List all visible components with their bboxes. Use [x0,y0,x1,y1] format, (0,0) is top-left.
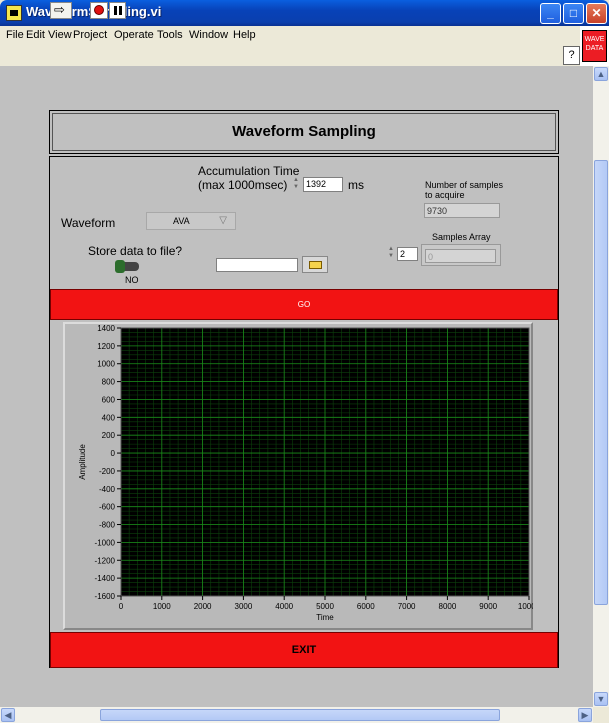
scroll-up-icon[interactable]: ▲ [594,67,608,81]
menu-window[interactable]: Window [189,29,228,41]
y-tick-label: 1000 [97,360,115,369]
waveform-selected: AVA [173,216,190,226]
x-tick-label: 10000 [518,602,533,611]
accumulation-time-sublabel: (max 1000msec) [198,178,288,192]
scroll-down-icon[interactable]: ▼ [594,692,608,706]
x-tick-label: 4000 [275,602,293,611]
num-samples-indicator: 9730 [424,203,500,218]
accumulation-time-spinner[interactable]: ▲ ▼ [292,177,300,193]
x-tick-label: 3000 [235,602,253,611]
num-samples-label: Number of samples [425,180,504,190]
maximize-button[interactable]: □ [563,3,584,24]
accumulation-time-input[interactable]: 1392 [303,177,343,192]
y-axis-label: Amplitude [78,444,87,480]
page-title: Waveform Sampling [232,123,376,140]
scroll-left-icon[interactable]: ◀ [1,708,15,722]
x-tick-label: 1000 [153,602,171,611]
y-tick-label: 1400 [97,324,115,333]
store-data-label: Store data to file? [88,244,183,258]
vi-icon-text: WAVE DATA [582,30,607,62]
chevron-down-icon: ▽ [219,215,227,226]
y-tick-label: -1000 [95,538,116,547]
y-tick-label: -1400 [95,574,116,583]
y-tick-label: -600 [99,503,116,512]
vertical-scroll-thumb[interactable] [594,160,608,605]
close-button[interactable]: ✕ [586,3,607,24]
menu-view[interactable]: View [48,29,72,41]
waveform-select[interactable]: AVA ▽ [146,212,236,230]
x-tick-label: 2000 [194,602,212,611]
y-tick-label: 200 [102,431,116,440]
samples-array-element: 0 [425,249,496,263]
x-tick-label: 6000 [357,602,375,611]
accumulation-time-unit: ms [348,178,364,192]
store-data-toggle[interactable] [115,260,139,273]
x-tick-label: 8000 [439,602,457,611]
minimize-button[interactable]: _ [540,3,561,24]
menu-operate[interactable]: Operate [114,29,154,41]
waveform-chart-plot: 0 1000 2000 3000 4000 5000 6000 7000 8000 9000 100… [78,324,533,622]
y-tick-label: -400 [99,485,116,494]
go-button[interactable]: GO [50,289,558,320]
menu-tools[interactable]: Tools [157,29,183,41]
y-tick-label: 600 [102,395,116,404]
samples-array-index-spinner[interactable]: ▲ ▼ [387,246,395,262]
x-tick-label: 7000 [398,602,416,611]
exit-button[interactable]: EXIT [50,632,558,668]
browse-folder-icon[interactable] [302,256,328,273]
samples-array-index[interactable]: 2 [397,247,418,261]
x-tick-label: 0 [119,602,124,611]
resize-grip-icon[interactable] [593,707,609,723]
y-tick-label: -200 [99,467,116,476]
menu-file[interactable]: File [6,29,24,41]
y-tick-label: -1200 [95,556,116,565]
y-tick-label: -800 [99,521,116,530]
file-path-input[interactable] [216,258,298,272]
maximize-icon: □ [569,6,578,20]
num-samples-sublabel: to acquire [425,190,465,200]
y-tick-label: -1600 [95,592,116,601]
labview-vi-icon [6,5,22,21]
store-data-state: NO [125,275,139,285]
x-tick-label: 9000 [479,602,497,611]
toolbar [0,44,580,67]
vi-icon: WAVE DATA [580,26,609,66]
abort-icon[interactable] [90,2,108,19]
x-axis-label: Time [316,613,334,622]
menu-project[interactable]: Project [73,29,107,41]
scroll-right-icon[interactable]: ▶ [578,708,592,722]
samples-array-label: Samples Array [432,232,491,242]
menu-bar: File Edit View Project Operate Tools Win… [0,26,580,44]
menu-help[interactable]: Help [233,29,256,41]
minimize-icon: _ [547,6,554,20]
waveform-label: Waveform [61,216,116,230]
pause-icon[interactable] [109,2,126,19]
y-tick-label: 400 [102,413,116,422]
accumulation-time-label: Accumulation Time [198,164,300,178]
x-tick-label: 5000 [316,602,334,611]
y-tick-label: 800 [102,378,116,387]
help-icon[interactable]: ? [563,46,580,65]
horizontal-scroll-thumb[interactable] [100,709,500,721]
y-tick-label: 1200 [97,342,115,351]
run-continuously-icon[interactable] [50,2,72,19]
y-tick-label: 0 [111,449,116,458]
header-box: Waveform Sampling [49,110,559,154]
menu-edit[interactable]: Edit [26,29,45,41]
close-icon: ✕ [591,6,602,20]
